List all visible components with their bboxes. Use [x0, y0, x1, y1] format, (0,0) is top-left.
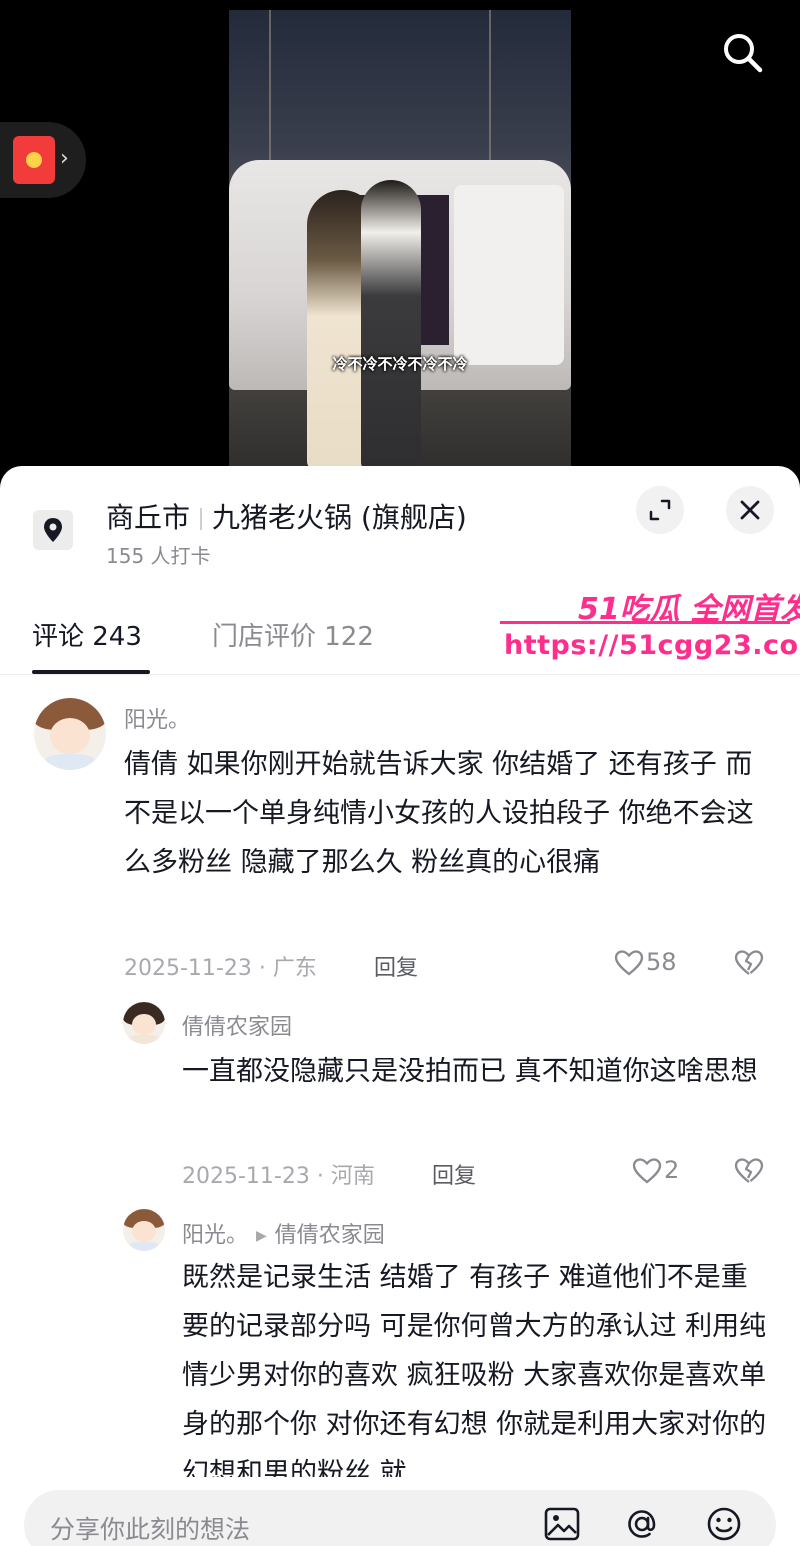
at-icon — [628, 1510, 656, 1538]
reply-button[interactable]: 回复 — [432, 1158, 476, 1190]
comment-text: 倩倩 如果你刚开始就告诉大家 你结婚了 还有孩子 而不是以一个单身纯情小女孩的人… — [124, 749, 754, 878]
close-button[interactable] — [726, 486, 774, 534]
reply-arrow-icon: ▶ — [256, 1228, 267, 1244]
image-icon — [544, 1507, 580, 1541]
location-pin-icon — [33, 510, 73, 550]
reply-username[interactable]: 阳光。 ▶ 倩倩农家园 — [182, 1217, 385, 1249]
checkin-count: 155 人打卡 — [106, 544, 211, 568]
video-frame[interactable]: 冷不冷不冷不冷不冷 — [229, 10, 571, 470]
video-subtitle: 冷不冷不冷不冷不冷 — [332, 355, 468, 373]
image-button[interactable] — [542, 1504, 582, 1544]
mention-button[interactable] — [622, 1504, 662, 1544]
emoji-button[interactable] — [704, 1504, 744, 1544]
avatar[interactable] — [123, 1002, 165, 1044]
reply-meta: 2025-11-23 · 河南 — [182, 1164, 375, 1189]
like-button[interactable]: 2 — [630, 1154, 679, 1188]
like-count: 58 — [646, 948, 677, 976]
heart-icon — [632, 1158, 662, 1184]
van-door — [454, 185, 564, 365]
comment-username[interactable]: 阳光。 — [124, 702, 190, 734]
reply-username[interactable]: 倩倩农家园 — [182, 1009, 292, 1041]
reply-text: 既然是记录生活 结婚了 有孩子 难道他们不是重要的记录部分吗 可是你何曾大方的承… — [182, 1262, 767, 1477]
avatar[interactable] — [34, 698, 106, 770]
broken-heart-icon — [734, 950, 764, 975]
expand-button[interactable] — [636, 486, 684, 534]
tab-comments[interactable]: 评论 243 — [32, 616, 142, 653]
tree — [489, 10, 491, 160]
person-figure — [361, 180, 421, 470]
comment-meta: 2025-11-23 · 广东 — [124, 956, 317, 981]
red-packet-button[interactable]: › — [0, 122, 86, 198]
dislike-button[interactable] — [732, 1154, 766, 1192]
reply-button[interactable]: 回复 — [374, 950, 418, 982]
comment-input-placeholder[interactable]: 分享你此刻的想法 — [50, 1510, 250, 1546]
location-title[interactable]: 商丘市 九猪老火锅 (旗舰店) — [106, 496, 467, 536]
avatar[interactable] — [123, 1209, 165, 1251]
comment-sheet: 商丘市 九猪老火锅 (旗舰店) 155 人打卡 评论 243 门店评价 122 5… — [0, 466, 800, 1546]
like-button[interactable]: 58 — [612, 946, 677, 980]
expand-icon — [649, 499, 671, 521]
location-store: 九猪老火锅 (旗舰店) — [212, 501, 467, 534]
search-button[interactable] — [718, 28, 766, 76]
search-icon — [724, 34, 763, 73]
tab-divider — [0, 674, 800, 675]
video-player[interactable]: 冷不冷不冷不冷不冷 › — [0, 0, 800, 470]
watermark-line — [500, 621, 790, 624]
tab-store-reviews[interactable]: 门店评价 122 — [212, 616, 374, 653]
close-icon — [740, 500, 760, 520]
reply-author: 阳光。 — [182, 1223, 249, 1248]
heart-icon — [614, 950, 644, 976]
location-city: 商丘市 — [106, 501, 191, 534]
dislike-button[interactable] — [732, 946, 766, 984]
tree — [269, 10, 271, 160]
red-envelope-icon — [13, 136, 55, 184]
title-separator — [200, 508, 203, 530]
like-count: 2 — [664, 1156, 680, 1184]
broken-heart-icon — [734, 1158, 764, 1183]
chevron-right-icon: › — [60, 146, 69, 171]
watermark-url: https://51cgg23.com — [504, 630, 800, 661]
emoji-icon — [707, 1507, 741, 1541]
reply-target: 倩倩农家园 — [274, 1223, 385, 1248]
reply-text: 一直都没隐藏只是没拍而已 真不知道你这啥思想 — [182, 1056, 758, 1087]
